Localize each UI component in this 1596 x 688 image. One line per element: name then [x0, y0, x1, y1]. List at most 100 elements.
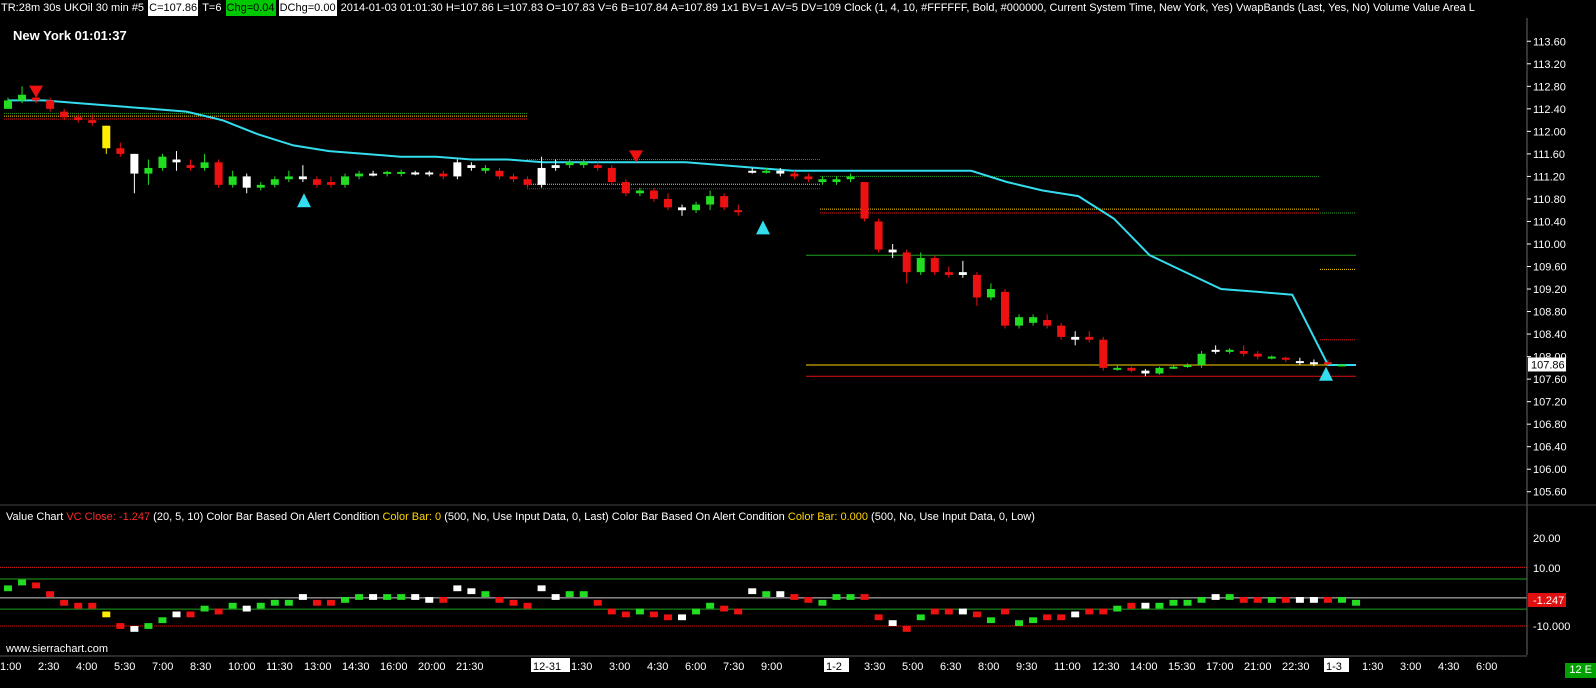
time-tick-label: 21:00: [1244, 661, 1272, 673]
candle-body: [200, 162, 209, 168]
price-tick-label: 108.80: [1533, 307, 1567, 319]
time-tick-label: 9:00: [761, 661, 782, 673]
time-tick-label: 6:00: [685, 661, 706, 673]
candle-body: [509, 176, 518, 180]
vc-bar: [4, 585, 12, 592]
candle-body: [1211, 349, 1220, 352]
candle-body: [284, 176, 293, 180]
price-tick-label: 112.40: [1533, 104, 1566, 116]
vc-bar: [326, 599, 335, 606]
time-axis[interactable]: 1:00 2:30 4:00 5:30 7:00 8:30 10:00 11:30 13:00 1…: [0, 655, 1527, 673]
candle-body: [860, 182, 869, 219]
vc-bar: [1057, 614, 1066, 621]
candle-body: [1338, 364, 1346, 367]
vc-tick-label: 20.00: [1533, 533, 1561, 545]
candle-body: [776, 170, 785, 174]
vc-bar: [916, 614, 925, 621]
time-tick-label: 15:30: [1168, 661, 1196, 673]
time-tick-label: 13:00: [304, 661, 332, 673]
price-axis[interactable]: 113.60 113.20 112.80 112.40 112.00 111.60 111.…: [0, 18, 1596, 655]
candle-body: [228, 176, 237, 185]
value-chart-pane: [0, 566, 1527, 632]
vc-bar: [593, 599, 602, 606]
candle-body: [944, 272, 953, 275]
price-tick-label: 106.00: [1533, 464, 1567, 476]
vc-bar: [341, 597, 350, 603]
vwap-line: [8, 99, 1356, 366]
time-tick-label: 3:30: [864, 661, 885, 673]
vc-bar: [565, 591, 574, 597]
vc-tick-label: -10.000: [1533, 621, 1570, 633]
time-tick-label: 4:00: [76, 661, 97, 673]
vc-bar: [972, 611, 981, 618]
candle-body: [1000, 291, 1009, 326]
price-tick-label: 105.60: [1533, 487, 1567, 499]
candle-body: [804, 176, 813, 180]
candle-body: [537, 167, 546, 185]
candle-body: [144, 167, 153, 174]
vc-bar: [481, 591, 490, 597]
buy-signal-icon: [1319, 366, 1333, 381]
buy-signal-icon: [297, 193, 311, 208]
vc-bar: [748, 588, 757, 595]
candle-body: [902, 252, 911, 273]
candle-body: [1295, 361, 1304, 364]
vc-bar: [1155, 602, 1164, 609]
time-tick-label: 9:30: [1016, 661, 1037, 673]
candle-body: [692, 204, 701, 211]
vc-bar: [425, 597, 434, 603]
vc-bar: [453, 585, 462, 592]
vc-bar: [60, 599, 69, 606]
vc-bar: [678, 614, 687, 621]
candle-body: [551, 165, 560, 168]
price-tick-label: 106.80: [1533, 419, 1567, 431]
time-tick-label: 1-3: [1326, 661, 1342, 673]
price-tick-label: 109.60: [1533, 262, 1567, 274]
vc-bar: [874, 614, 883, 621]
vc-bar: [986, 617, 995, 624]
candle-body: [256, 184, 265, 188]
vc-bar: [158, 617, 167, 624]
candle-body: [341, 176, 350, 185]
vc-bar: [1352, 599, 1361, 606]
vc-bar: [1225, 594, 1234, 600]
candle-body: [1225, 349, 1234, 352]
candle-body: [678, 207, 687, 211]
candle-body: [453, 162, 462, 177]
time-tick-label: 1:30: [1362, 661, 1383, 673]
vc-bar: [579, 591, 588, 597]
value-chart-axis[interactable]: 20.00 10.00 -10.000 -1.247: [1528, 533, 1570, 633]
candle-body: [1015, 317, 1024, 326]
vc-bar: [284, 599, 293, 606]
vc-bar: [706, 602, 715, 609]
chart-canvas[interactable]: 113.60 113.20 112.80 112.40 112.00 111.60 111.…: [0, 0, 1596, 688]
vc-bar: [228, 602, 237, 609]
candle-body: [1141, 370, 1150, 374]
price-tick-label: 113.60: [1533, 36, 1566, 48]
candle-body: [1127, 367, 1136, 371]
vc-bar: [1071, 611, 1080, 618]
vc-bar: [649, 611, 658, 618]
vc-bar: [1267, 597, 1276, 603]
candle-body: [706, 196, 715, 205]
candle-body: [1183, 365, 1192, 368]
candle-body: [32, 97, 41, 101]
candle-body: [874, 221, 883, 250]
vc-bar: [1309, 597, 1318, 603]
time-tick-label: 14:30: [342, 661, 370, 673]
candle-body: [1239, 350, 1248, 354]
price-tick-label: 113.20: [1533, 59, 1566, 71]
time-tick-label: 22:30: [1282, 661, 1310, 673]
candle-body: [523, 179, 532, 185]
vc-bar: [776, 591, 785, 597]
candle-body: [270, 179, 279, 185]
candle-body: [593, 165, 602, 168]
candle-body: [116, 148, 125, 154]
price-tick-label: 108.40: [1533, 329, 1567, 341]
vc-bar: [397, 594, 406, 600]
last-price-label: 107.86: [1531, 359, 1565, 371]
candle-body: [621, 182, 630, 194]
vc-bar: [832, 594, 841, 600]
vc-bar: [523, 602, 532, 609]
time-tick-label: 11:00: [1054, 661, 1081, 673]
